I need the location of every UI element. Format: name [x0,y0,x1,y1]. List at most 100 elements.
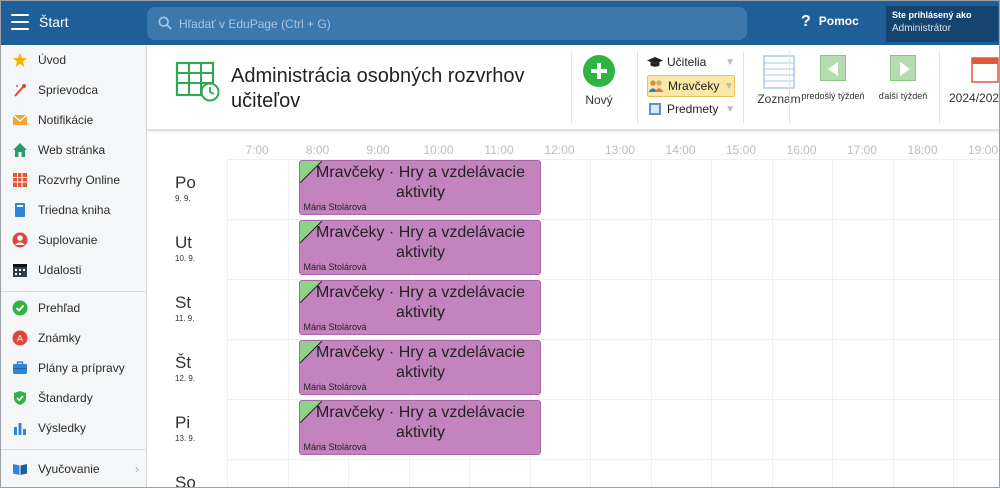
day-date: 9. 9. [175,194,191,203]
toolbar-divider [939,51,940,123]
lesson-card[interactable]: Mravčeky · Hry a vzdelávacie aktivity Már… [298,400,541,455]
sidebar-item-triedna-kniha[interactable]: Triedna kniha [1,195,147,225]
sidebar-divider [1,291,147,292]
graduation-cap-icon [647,55,663,69]
arrow-right-icon [890,55,916,81]
hour-label: 11:00 [484,143,514,157]
filter-ucitelia[interactable]: Učitelia ▼ [647,51,735,73]
person-icon [12,232,28,248]
timetable-clock-icon [175,61,220,102]
hour-gridline [590,159,591,487]
day-date: 11. 9. [175,314,195,323]
lesson-title: Mravčeky · Hry a vzdelávacie aktivity [316,344,525,381]
sidebar-item-rozvrhy-online[interactable]: Rozvrhy Online [1,165,147,195]
sidebar-item-vyucovanie[interactable]: Vyučovanie › [1,454,147,484]
page-title: Administrácia osobných rozvrhov učiteľov [231,65,525,112]
user-box[interactable]: Ste prihlásený ako Administrátor [886,6,998,42]
hour-label: 7:00 [245,143,269,157]
user-role: Administrátor [892,23,951,34]
sidebar-item-standardy[interactable]: Štandardy [1,383,147,413]
timetable-icon [12,172,28,188]
svg-text:A: A [17,335,24,345]
search-input[interactable] [179,7,739,40]
check-circle-icon [12,300,28,316]
day-name: So [175,473,196,488]
hour-gridline [771,159,773,487]
day-name: St [175,293,192,312]
list-button[interactable]: Zoznam [757,55,801,106]
lesson-title: Mravčeky · Hry a vzdelávacie aktivity [316,164,525,201]
caret-down-icon: ▼ [725,56,735,68]
sidebar-item-notifikacie[interactable]: Notifikácie [1,105,147,135]
new-button[interactable]: Nový [583,55,615,107]
school-year-button[interactable]: 2024/202 [949,55,999,105]
day-name: Po [175,173,196,192]
sidebar-item-suplovanie[interactable]: Suplovanie [1,225,147,255]
day-label: Pi 13. 9. [175,413,195,443]
hour-label: 14:00 [665,143,696,157]
sidebar-item-plany-a-pripravy[interactable]: Plány a prípravy [1,353,147,383]
book-icon [12,202,28,218]
calendar-icon [971,57,999,83]
sidebar-item-udalosti[interactable]: Udalosti [1,255,147,285]
toolbar-divider [637,51,638,123]
timetable: 7:00 8:00 9:00 10:00 11:00 12:00 13:00 14:00 15:… [147,133,999,488]
calendar-icon [12,262,28,278]
group-icon [648,79,664,93]
hour-label: 15:00 [725,143,757,157]
bar-chart-icon [12,420,28,436]
toolbar: Administrácia osobných rozvrhov učiteľov… [147,45,999,131]
filter-predmety[interactable]: Predmety ▼ [647,98,735,120]
day-date: 10. 9. [175,254,196,263]
day-row-line [227,459,999,460]
briefcase-icon [12,360,28,376]
lesson-card[interactable]: Mravčeky · Hry a vzdelávacie aktivity Már… [298,220,541,275]
hour-gridline [892,159,894,487]
sidebar-item-prehlad[interactable]: Prehľad [1,293,147,323]
hour-gridline [832,159,833,487]
lesson-card[interactable]: Mravčeky · Hry a vzdelávacie aktivity Már… [298,280,541,335]
sidebar-item-znamky[interactable]: A Známky [1,323,147,353]
lesson-teacher: Mária Stolárová [303,202,367,212]
lesson-card[interactable]: Mravčeky · Hry a vzdelávacie aktivity Már… [298,160,541,215]
hour-label: 13:00 [604,143,636,157]
subject-icon [647,102,663,116]
hour-gridline [711,159,712,487]
top-bar: Štart ?Pomoc Ste prihlásený ako Administ… [1,1,999,45]
house-icon [12,142,28,158]
day-label: Ut 10. 9. [175,233,195,263]
sidebar-divider [1,449,147,450]
hour-label: 8:00 [305,143,330,157]
next-week-button[interactable]: ďalší týždeň [871,55,935,101]
search-box[interactable] [147,7,747,40]
hour-gridline [227,159,228,487]
help-button[interactable]: ? Pomoc [801,13,859,33]
grade-icon: A [12,330,28,346]
lesson-teacher: Mária Stolárová [303,322,367,332]
start-link[interactable]: Štart [39,14,69,30]
shield-icon [12,390,28,406]
search-icon [158,16,172,30]
sidebar-item-uvod[interactable]: Úvod [1,45,147,75]
lesson-title: Mravčeky · Hry a vzdelávacie aktivity [316,404,525,441]
lesson-teacher: Mária Stolárová [303,382,367,392]
filter-mravceky[interactable]: Mravčeky ▼ [647,75,735,97]
lesson-teacher: Mária Stolárová [303,442,367,452]
hour-label: 12:00 [544,143,575,157]
toolbar-divider [789,51,790,123]
sidebar-item-sprievodca[interactable]: Sprievodca [1,75,147,105]
star-icon [12,52,28,68]
prev-week-button[interactable]: predošlý týždeň [801,55,865,101]
caret-down-icon: ▼ [724,80,734,92]
wand-icon [12,82,28,98]
hamburger-menu-icon[interactable] [11,14,29,30]
day-date: 12. 9. [175,374,196,383]
day-name: Št [175,353,192,372]
hour-gridline [287,159,289,487]
envelope-icon [12,112,28,128]
hour-gridline [650,159,652,487]
lesson-card[interactable]: Mravčeky · Hry a vzdelávacie aktivity Már… [298,340,541,395]
sidebar-item-vysledky[interactable]: Výsledky [1,413,147,443]
plus-icon [583,55,615,87]
sidebar-item-web-stranka[interactable]: Web stránka [1,135,147,165]
